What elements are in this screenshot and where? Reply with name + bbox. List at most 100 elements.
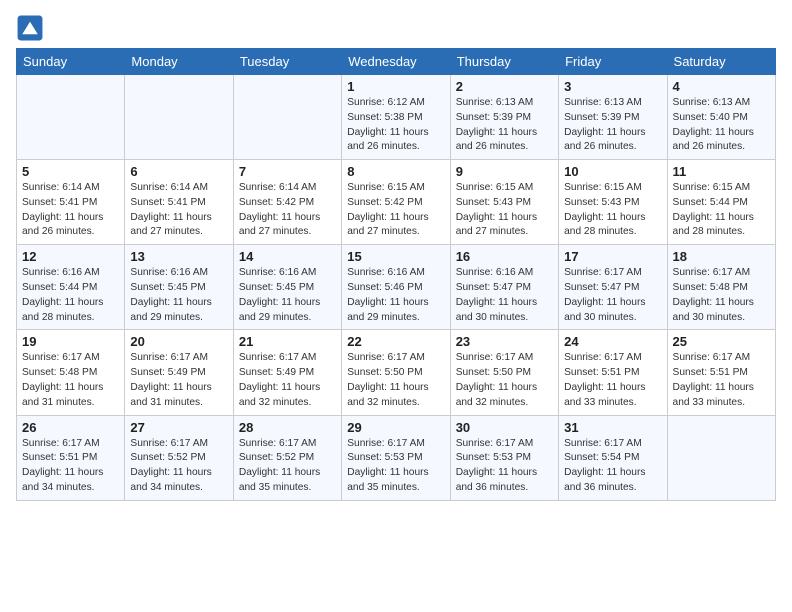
day-info: Sunrise: 6:13 AMSunset: 5:39 PMDaylight:… xyxy=(456,96,553,155)
calendar-table: SundayMondayTuesdayWednesdayThursdayFrid… xyxy=(16,48,776,501)
day-info: Sunrise: 6:15 AMSunset: 5:43 PMDaylight:… xyxy=(564,181,661,240)
day-number: 22 xyxy=(347,334,444,349)
day-number: 31 xyxy=(564,420,661,435)
day-number: 20 xyxy=(130,334,227,349)
week-row-4: 19 Sunrise: 6:17 AMSunset: 5:48 PMDayligh… xyxy=(17,330,776,415)
day-info: Sunrise: 6:17 AMSunset: 5:53 PMDaylight:… xyxy=(347,437,444,496)
day-number: 7 xyxy=(239,164,336,179)
day-number: 23 xyxy=(456,334,553,349)
day-info: Sunrise: 6:15 AMSunset: 5:43 PMDaylight:… xyxy=(456,181,553,240)
day-cell: 9 Sunrise: 6:15 AMSunset: 5:43 PMDaylight… xyxy=(450,160,558,245)
day-number: 6 xyxy=(130,164,227,179)
day-info: Sunrise: 6:16 AMSunset: 5:46 PMDaylight:… xyxy=(347,266,444,325)
day-number: 3 xyxy=(564,79,661,94)
generalblue-logo-icon xyxy=(16,14,44,42)
page: SundayMondayTuesdayWednesdayThursdayFrid… xyxy=(0,0,792,612)
day-cell: 25 Sunrise: 6:17 AMSunset: 5:51 PMDayligh… xyxy=(667,330,775,415)
day-number: 27 xyxy=(130,420,227,435)
weekday-header-monday: Monday xyxy=(125,49,233,75)
day-info: Sunrise: 6:16 AMSunset: 5:45 PMDaylight:… xyxy=(239,266,336,325)
day-cell: 16 Sunrise: 6:16 AMSunset: 5:47 PMDayligh… xyxy=(450,245,558,330)
day-number: 17 xyxy=(564,249,661,264)
day-info: Sunrise: 6:17 AMSunset: 5:47 PMDaylight:… xyxy=(564,266,661,325)
day-cell xyxy=(17,75,125,160)
day-number: 18 xyxy=(673,249,770,264)
day-cell: 28 Sunrise: 6:17 AMSunset: 5:52 PMDayligh… xyxy=(233,415,341,500)
day-cell xyxy=(667,415,775,500)
weekday-header-friday: Friday xyxy=(559,49,667,75)
weekday-header-tuesday: Tuesday xyxy=(233,49,341,75)
day-info: Sunrise: 6:14 AMSunset: 5:42 PMDaylight:… xyxy=(239,181,336,240)
day-cell: 8 Sunrise: 6:15 AMSunset: 5:42 PMDaylight… xyxy=(342,160,450,245)
day-cell: 6 Sunrise: 6:14 AMSunset: 5:41 PMDaylight… xyxy=(125,160,233,245)
day-number: 14 xyxy=(239,249,336,264)
day-number: 25 xyxy=(673,334,770,349)
day-info: Sunrise: 6:12 AMSunset: 5:38 PMDaylight:… xyxy=(347,96,444,155)
day-info: Sunrise: 6:17 AMSunset: 5:51 PMDaylight:… xyxy=(564,351,661,410)
day-info: Sunrise: 6:17 AMSunset: 5:48 PMDaylight:… xyxy=(22,351,119,410)
day-number: 26 xyxy=(22,420,119,435)
day-number: 21 xyxy=(239,334,336,349)
day-info: Sunrise: 6:17 AMSunset: 5:52 PMDaylight:… xyxy=(239,437,336,496)
day-number: 28 xyxy=(239,420,336,435)
day-info: Sunrise: 6:13 AMSunset: 5:40 PMDaylight:… xyxy=(673,96,770,155)
week-row-2: 5 Sunrise: 6:14 AMSunset: 5:41 PMDaylight… xyxy=(17,160,776,245)
day-cell: 1 Sunrise: 6:12 AMSunset: 5:38 PMDaylight… xyxy=(342,75,450,160)
day-cell: 31 Sunrise: 6:17 AMSunset: 5:54 PMDayligh… xyxy=(559,415,667,500)
day-info: Sunrise: 6:17 AMSunset: 5:48 PMDaylight:… xyxy=(673,266,770,325)
weekday-header-sunday: Sunday xyxy=(17,49,125,75)
day-info: Sunrise: 6:13 AMSunset: 5:39 PMDaylight:… xyxy=(564,96,661,155)
day-info: Sunrise: 6:17 AMSunset: 5:52 PMDaylight:… xyxy=(130,437,227,496)
day-info: Sunrise: 6:16 AMSunset: 5:45 PMDaylight:… xyxy=(130,266,227,325)
day-cell: 2 Sunrise: 6:13 AMSunset: 5:39 PMDaylight… xyxy=(450,75,558,160)
day-number: 30 xyxy=(456,420,553,435)
day-cell: 14 Sunrise: 6:16 AMSunset: 5:45 PMDayligh… xyxy=(233,245,341,330)
day-number: 19 xyxy=(22,334,119,349)
day-info: Sunrise: 6:17 AMSunset: 5:49 PMDaylight:… xyxy=(239,351,336,410)
day-number: 16 xyxy=(456,249,553,264)
day-number: 2 xyxy=(456,79,553,94)
day-cell: 20 Sunrise: 6:17 AMSunset: 5:49 PMDayligh… xyxy=(125,330,233,415)
header xyxy=(16,10,776,42)
day-cell: 26Sunrise: 6:17 AMSunset: 5:51 PMDayligh… xyxy=(17,415,125,500)
day-number: 12 xyxy=(22,249,119,264)
day-cell: 21 Sunrise: 6:17 AMSunset: 5:49 PMDayligh… xyxy=(233,330,341,415)
weekday-header-thursday: Thursday xyxy=(450,49,558,75)
day-number: 9 xyxy=(456,164,553,179)
day-cell: 27 Sunrise: 6:17 AMSunset: 5:52 PMDayligh… xyxy=(125,415,233,500)
day-cell: 30 Sunrise: 6:17 AMSunset: 5:53 PMDayligh… xyxy=(450,415,558,500)
day-cell: 29Sunrise: 6:17 AMSunset: 5:53 PMDayligh… xyxy=(342,415,450,500)
week-row-5: 26Sunrise: 6:17 AMSunset: 5:51 PMDayligh… xyxy=(17,415,776,500)
day-number: 13 xyxy=(130,249,227,264)
day-info: Sunrise: 6:17 AMSunset: 5:54 PMDaylight:… xyxy=(564,437,661,496)
day-cell: 12 Sunrise: 6:16 AMSunset: 5:44 PMDayligh… xyxy=(17,245,125,330)
day-info: Sunrise: 6:17 AMSunset: 5:51 PMDaylight:… xyxy=(673,351,770,410)
day-number: 1 xyxy=(347,79,444,94)
day-cell: 23Sunrise: 6:17 AMSunset: 5:50 PMDayligh… xyxy=(450,330,558,415)
day-cell: 3 Sunrise: 6:13 AMSunset: 5:39 PMDaylight… xyxy=(559,75,667,160)
day-number: 8 xyxy=(347,164,444,179)
day-cell: 13 Sunrise: 6:16 AMSunset: 5:45 PMDayligh… xyxy=(125,245,233,330)
day-cell: 22 Sunrise: 6:17 AMSunset: 5:50 PMDayligh… xyxy=(342,330,450,415)
weekday-header-wednesday: Wednesday xyxy=(342,49,450,75)
day-cell xyxy=(125,75,233,160)
day-info: Sunrise: 6:17 AMSunset: 5:53 PMDaylight:… xyxy=(456,437,553,496)
day-number: 24 xyxy=(564,334,661,349)
day-number: 15 xyxy=(347,249,444,264)
day-info: Sunrise: 6:16 AMSunset: 5:44 PMDaylight:… xyxy=(22,266,119,325)
day-cell: 17 Sunrise: 6:17 AMSunset: 5:47 PMDayligh… xyxy=(559,245,667,330)
day-info: Sunrise: 6:14 AMSunset: 5:41 PMDaylight:… xyxy=(22,181,119,240)
day-info: Sunrise: 6:17 AMSunset: 5:49 PMDaylight:… xyxy=(130,351,227,410)
day-cell xyxy=(233,75,341,160)
day-info: Sunrise: 6:16 AMSunset: 5:47 PMDaylight:… xyxy=(456,266,553,325)
day-info: Sunrise: 6:15 AMSunset: 5:42 PMDaylight:… xyxy=(347,181,444,240)
day-cell: 19 Sunrise: 6:17 AMSunset: 5:48 PMDayligh… xyxy=(17,330,125,415)
logo-area xyxy=(16,10,46,42)
day-number: 10 xyxy=(564,164,661,179)
week-row-3: 12 Sunrise: 6:16 AMSunset: 5:44 PMDayligh… xyxy=(17,245,776,330)
day-cell: 7 Sunrise: 6:14 AMSunset: 5:42 PMDaylight… xyxy=(233,160,341,245)
day-number: 5 xyxy=(22,164,119,179)
day-info: Sunrise: 6:14 AMSunset: 5:41 PMDaylight:… xyxy=(130,181,227,240)
day-info: Sunrise: 6:17 AMSunset: 5:50 PMDaylight:… xyxy=(347,351,444,410)
day-cell: 10 Sunrise: 6:15 AMSunset: 5:43 PMDayligh… xyxy=(559,160,667,245)
